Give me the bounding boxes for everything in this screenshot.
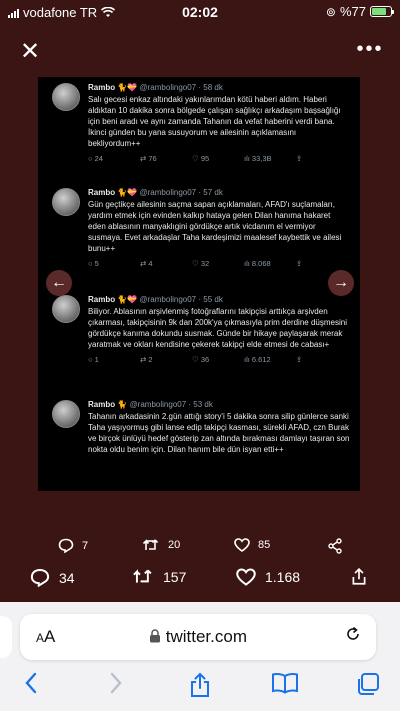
- avatar: [52, 188, 80, 216]
- reply-count: 7: [82, 539, 89, 552]
- tweet-time: · 53 dk: [188, 400, 213, 409]
- tweet-likes: ♡ 36: [192, 355, 210, 364]
- share-button[interactable]: [350, 568, 368, 586]
- tweet-text: Tahanın arkadasinin 2.gün attığı story'i…: [88, 412, 350, 454]
- status-right: ⊚ %77: [325, 4, 394, 19]
- avatar: [52, 400, 80, 428]
- tweet-handle: @rambolingo07: [139, 295, 197, 304]
- tweet-retweets: ⇄ 2: [140, 355, 153, 364]
- like-button[interactable]: 1.168: [236, 568, 300, 586]
- like-icon: [236, 568, 256, 586]
- tweet-handle: @rambolingo07: [139, 188, 197, 197]
- media-action-bar: 7 20 85: [0, 538, 400, 562]
- address-bar[interactable]: AA twitter.com: [20, 614, 376, 660]
- tweet-replies: ○ 24: [88, 154, 103, 163]
- tweet-author-name: Rambo: [88, 400, 116, 409]
- tweet-handle: @rambolingo07: [129, 400, 187, 409]
- tweet-author-emoji: 🐈💝: [117, 188, 138, 197]
- tweet-replies: ○ 1: [88, 355, 99, 364]
- share-icon: ⇪: [296, 259, 303, 268]
- tweet-handle: @rambolingo07: [139, 83, 197, 92]
- tweet-time: · 58 dk: [198, 83, 223, 92]
- tabs-icon[interactable]: [354, 672, 382, 700]
- share-icon: ⇪: [296, 154, 303, 163]
- previous-tab-peek[interactable]: [0, 616, 12, 658]
- reply-button[interactable]: 34: [30, 568, 75, 587]
- like-count: 85: [258, 539, 271, 551]
- orientation-lock-icon: ⊚: [325, 4, 336, 19]
- url-domain: twitter.com: [20, 627, 376, 647]
- battery-percent: %77: [339, 4, 366, 19]
- tweet-text: Biliyor. Ablasının arşivlenmiş fotoğrafl…: [88, 307, 347, 349]
- browser-bottom-bar: AA twitter.com: [0, 602, 400, 711]
- tweet-replies: ○ 5: [88, 259, 99, 268]
- retweet-icon: [142, 539, 159, 550]
- tweet-time: · 55 dk: [198, 295, 223, 304]
- battery-icon: [370, 6, 394, 17]
- like-icon: [234, 538, 250, 552]
- tweet-author-emoji: 🐈💝: [117, 295, 138, 304]
- like-count: 1.168: [265, 569, 301, 585]
- tweet-author-emoji: 🐈💝: [117, 83, 138, 92]
- tweet-text: Gün geçtikçe ailesinin saçma sapan açıkl…: [88, 200, 342, 253]
- forward-icon[interactable]: [102, 672, 130, 700]
- media-viewer-header: ✕ •••: [0, 24, 400, 76]
- more-icon[interactable]: •••: [354, 38, 386, 62]
- share-icon: [328, 538, 342, 554]
- tweet-views: ılı 6.612: [244, 355, 271, 364]
- back-icon[interactable]: [17, 672, 45, 700]
- retweet-icon: [133, 569, 152, 583]
- share-icon: ⇪: [296, 355, 303, 364]
- like-button[interactable]: 85: [234, 538, 270, 552]
- reply-icon: [30, 568, 50, 587]
- arrow-right-icon: →: [333, 274, 349, 291]
- previous-image-button[interactable]: ←: [46, 270, 72, 296]
- tweet-views: ılı 33,3B: [244, 154, 272, 163]
- tweet-likes: ♡ 32: [192, 259, 210, 268]
- tweet-action-bar: 34 157 1.168: [0, 568, 400, 598]
- reload-icon[interactable]: [344, 625, 362, 649]
- tweet-time: · 57 dk: [198, 188, 223, 197]
- avatar: [52, 295, 80, 323]
- tweet-author-name: Rambo: [88, 295, 116, 304]
- next-image-button[interactable]: →: [328, 270, 354, 296]
- reply-icon: [58, 538, 74, 553]
- tweet-retweets: ⇄ 76: [140, 154, 157, 163]
- retweet-count: 157: [163, 568, 187, 585]
- share-icon: [352, 568, 366, 585]
- tweet-text: Salı gecesi enkaz altındaki yakınlarımda…: [88, 95, 341, 148]
- tweet-retweets: ⇄ 4: [140, 259, 153, 268]
- tweet-author-name: Rambo: [88, 188, 116, 197]
- reply-button[interactable]: 7: [58, 538, 88, 553]
- tweet-author-emoji: 🐈: [117, 400, 128, 409]
- tweet-views: ılı 8.068: [244, 259, 271, 268]
- lock-icon: [150, 629, 160, 643]
- reply-count: 34: [59, 569, 75, 586]
- retweet-count: 20: [168, 539, 181, 551]
- retweet-button[interactable]: 157: [132, 568, 186, 585]
- avatar: [52, 83, 80, 111]
- status-bar: vodafone TR 02:02 ⊚ %77: [0, 0, 400, 24]
- close-icon[interactable]: ✕: [14, 38, 46, 70]
- tweet-screenshot-image: Rambo 🐈💝 @rambolingo07 · 58 dk Salı gece…: [38, 77, 360, 491]
- bookmarks-icon[interactable]: [271, 672, 299, 700]
- browser-toolbar: [0, 672, 400, 702]
- share-page-icon[interactable]: [186, 672, 214, 700]
- tweet-likes: ♡ 95: [192, 154, 210, 163]
- tweet-author-name: Rambo: [88, 83, 116, 92]
- retweet-button[interactable]: 20: [142, 538, 180, 552]
- arrow-left-icon: ←: [51, 274, 67, 291]
- share-button[interactable]: [327, 538, 343, 554]
